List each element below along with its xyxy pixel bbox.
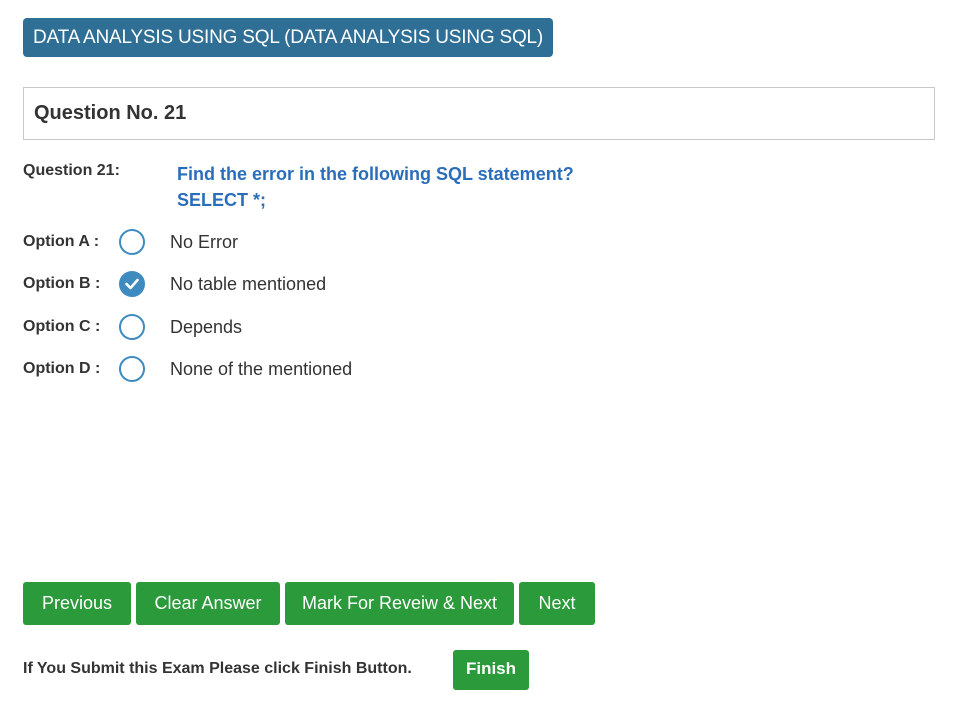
- exam-page: DATA ANALYSIS USING SQL (DATA ANALYSIS U…: [0, 0, 953, 725]
- option-b-label: Option B :: [23, 275, 101, 292]
- question-number-title: Question No. 21: [34, 102, 187, 124]
- question-text-line1: Find the error in the following SQL stat…: [177, 164, 574, 184]
- subject-badge: DATA ANALYSIS USING SQL (DATA ANALYSIS U…: [23, 18, 554, 57]
- clear-answer-button[interactable]: Clear Answer: [136, 582, 280, 625]
- option-d-text[interactable]: None of the mentioned: [170, 359, 352, 380]
- option-b-radio[interactable]: [119, 271, 145, 297]
- next-button[interactable]: Next: [519, 582, 595, 625]
- checkmark-icon: [125, 278, 139, 290]
- option-a-text[interactable]: No Error: [170, 232, 238, 253]
- option-c-row[interactable]: Option C : Depends: [23, 312, 623, 342]
- option-b-row[interactable]: Option B : No table mentioned: [23, 269, 623, 299]
- option-a-row[interactable]: Option A : No Error: [23, 227, 623, 257]
- option-b-text[interactable]: No table mentioned: [170, 274, 326, 295]
- option-c-label: Option C :: [23, 318, 101, 335]
- previous-button[interactable]: Previous: [23, 582, 131, 625]
- option-a-label: Option A :: [23, 233, 100, 250]
- option-d-label: Option D :: [23, 360, 101, 377]
- option-c-radio[interactable]: [119, 314, 145, 340]
- finish-button[interactable]: Finish: [453, 650, 529, 690]
- question-number-panel: Question No. 21: [23, 87, 935, 140]
- question-text-line2: SELECT *;: [177, 190, 267, 210]
- option-a-radio[interactable]: [119, 229, 145, 255]
- question-text: Find the error in the following SQL stat…: [177, 161, 574, 213]
- option-d-row[interactable]: Option D : None of the mentioned: [23, 354, 623, 384]
- option-d-radio[interactable]: [119, 356, 145, 382]
- submit-instruction-text: If You Submit this Exam Please click Fin…: [23, 660, 412, 677]
- mark-for-review-next-button[interactable]: Mark For Reveiw & Next: [285, 582, 514, 625]
- question-label: Question 21:: [23, 162, 120, 179]
- option-c-text[interactable]: Depends: [170, 317, 242, 338]
